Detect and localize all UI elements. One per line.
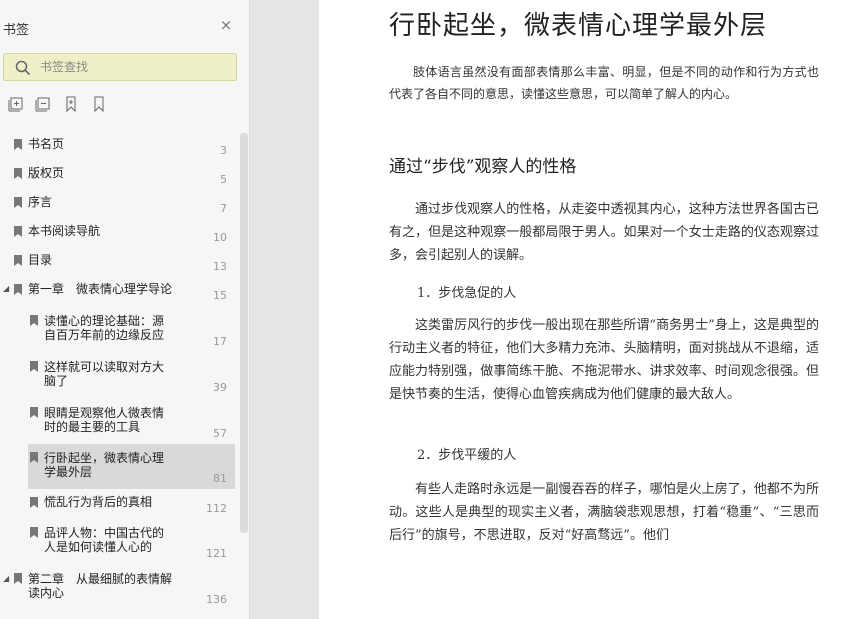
body-paragraph: 有些人走路时永远是一副慢吞吞的样子，哪怕是火上房了，他都不为所动。这些人是典型的… bbox=[389, 482, 819, 543]
bookmark-icon bbox=[14, 197, 22, 208]
intro-paragraph: 肢体语言虽然没有面部表情那么丰富、明显，但是不同的动作和行为方式也代表了各自不同… bbox=[389, 65, 819, 101]
bookmark-icon bbox=[30, 315, 38, 326]
bookmark-page: 121 bbox=[206, 547, 227, 560]
bookmark-icon bbox=[30, 452, 38, 463]
bookmark-page: 10 bbox=[213, 231, 227, 244]
bookmark-item[interactable]: 眼睛是观察他人微表情 时的最主要的工具 57 bbox=[0, 402, 238, 447]
bookmark-icon bbox=[30, 497, 38, 508]
bookmark-icon bbox=[14, 284, 22, 295]
body-paragraph: 这类雷厉风行的步伐一般出现在那些所谓“商务男士”身上，这是典型的行动主义者的特征… bbox=[389, 318, 819, 402]
bookmark-page: 81 bbox=[213, 472, 227, 485]
bookmark-icon bbox=[14, 255, 22, 266]
bookmark-label: 脑了 bbox=[44, 374, 69, 388]
bookmark-page: 112 bbox=[206, 502, 227, 515]
bookmark-icon bbox=[30, 361, 38, 372]
bookmark-page: 3 bbox=[220, 144, 227, 157]
bookmark-icon bbox=[30, 527, 38, 538]
bookmark-item[interactable]: 读懂心的理论基础：源 自百万年前的边缘反应 17 bbox=[0, 310, 238, 355]
bookmark-outline: 书名页 3 版权页 5 序言 7 本书阅读导航 10 目录 13 ◢ 第一章 微… bbox=[0, 0, 240, 619]
subheading: 1．步伐急促的人 bbox=[417, 286, 517, 301]
bookmark-label: 书名页 bbox=[28, 137, 65, 151]
chapter-item[interactable]: ◢ 第二章 从最细腻的表情解 读内心 136 bbox=[0, 568, 238, 613]
bookmark-label: 本书阅读导航 bbox=[28, 224, 101, 238]
bookmark-item[interactable]: 书名页 3 bbox=[0, 136, 238, 164]
bookmark-label: 读内心 bbox=[28, 586, 65, 600]
bookmark-icon bbox=[14, 168, 22, 179]
document-background bbox=[251, 0, 319, 619]
bookmark-item[interactable]: 品评人物：中国古代的 人是如何读懂人心的 121 bbox=[0, 522, 238, 567]
bookmark-label: 自百万年前的边缘反应 bbox=[44, 328, 165, 342]
collapse-caret-icon[interactable]: ◢ bbox=[3, 574, 9, 583]
bookmark-icon bbox=[30, 407, 38, 418]
bookmark-item[interactable]: 本书阅读导航 10 bbox=[0, 223, 238, 251]
bookmark-page: 39 bbox=[213, 381, 227, 394]
bookmark-label: 序言 bbox=[28, 195, 53, 209]
bookmark-label: 慌乱行为背后的真相 bbox=[44, 495, 153, 509]
bookmark-label: 第一章 微表情心理学导论 bbox=[28, 282, 173, 296]
bookmark-label: 读懂心的理论基础：源 bbox=[44, 314, 165, 328]
bookmark-item[interactable]: 这样就可以读取对方大 脑了 39 bbox=[0, 356, 238, 401]
section-heading: 通过“步伐”观察人的性格 bbox=[389, 157, 577, 177]
subheading: 2．步伐平缓的人 bbox=[417, 448, 517, 463]
bookmark-sidebar: 书签 × 书名页 3 版权页 5 bbox=[0, 0, 250, 619]
bookmark-icon bbox=[14, 139, 22, 150]
bookmark-label: 品评人物：中国古代的 bbox=[44, 526, 165, 540]
chapter-item[interactable]: ◢ 第一章 微表情心理学导论 15 bbox=[0, 281, 238, 309]
bookmark-label: 版权页 bbox=[28, 166, 65, 180]
bookmark-label: 人是如何读懂人心的 bbox=[44, 540, 153, 554]
bookmark-item[interactable]: 序言 7 bbox=[0, 194, 238, 222]
document-page: 行卧起坐，微表情心理学最外层 肢体语言虽然没有面部表情那么丰富、明显，但是不同的… bbox=[319, 0, 855, 619]
bookmark-page: 17 bbox=[213, 335, 227, 348]
bookmark-item[interactable]: 慌乱行为背后的真相 112 bbox=[0, 494, 238, 522]
page-title: 行卧起坐，微表情心理学最外层 bbox=[389, 11, 768, 41]
bookmark-icon bbox=[14, 226, 22, 237]
bookmark-page: 7 bbox=[220, 202, 227, 215]
bookmark-label: 学最外层 bbox=[44, 465, 93, 479]
bookmark-item[interactable]: 版权页 5 bbox=[0, 165, 238, 193]
bookmark-item[interactable]: 目录 13 bbox=[0, 252, 238, 280]
bookmark-label: 眼睛是观察他人微表情 bbox=[44, 406, 165, 420]
bookmark-icon bbox=[14, 573, 22, 584]
bookmark-page: 13 bbox=[213, 260, 227, 273]
bookmark-page: 5 bbox=[220, 173, 227, 186]
collapse-caret-icon[interactable]: ◢ bbox=[3, 284, 9, 293]
bookmark-item-current[interactable]: 行卧起坐，微表情心理 学最外层 81 bbox=[28, 444, 235, 489]
bookmark-label: 行卧起坐，微表情心理 bbox=[44, 451, 165, 465]
bookmark-label: 第二章 从最细腻的表情解 bbox=[28, 572, 173, 586]
bookmark-label: 这样就可以读取对方大 bbox=[44, 360, 165, 374]
bookmark-label: 时的最主要的工具 bbox=[44, 420, 141, 434]
bookmark-label: 目录 bbox=[28, 253, 53, 267]
sidebar-scrollbar[interactable] bbox=[240, 133, 248, 533]
bookmark-page: 15 bbox=[213, 289, 227, 302]
bookmark-page: 57 bbox=[213, 427, 227, 440]
body-paragraph: 通过步伐观察人的性格，从走姿中透视其内心，这种方法世界各国古已有之，但是这种观察… bbox=[389, 202, 819, 263]
bookmark-page: 136 bbox=[206, 593, 227, 606]
